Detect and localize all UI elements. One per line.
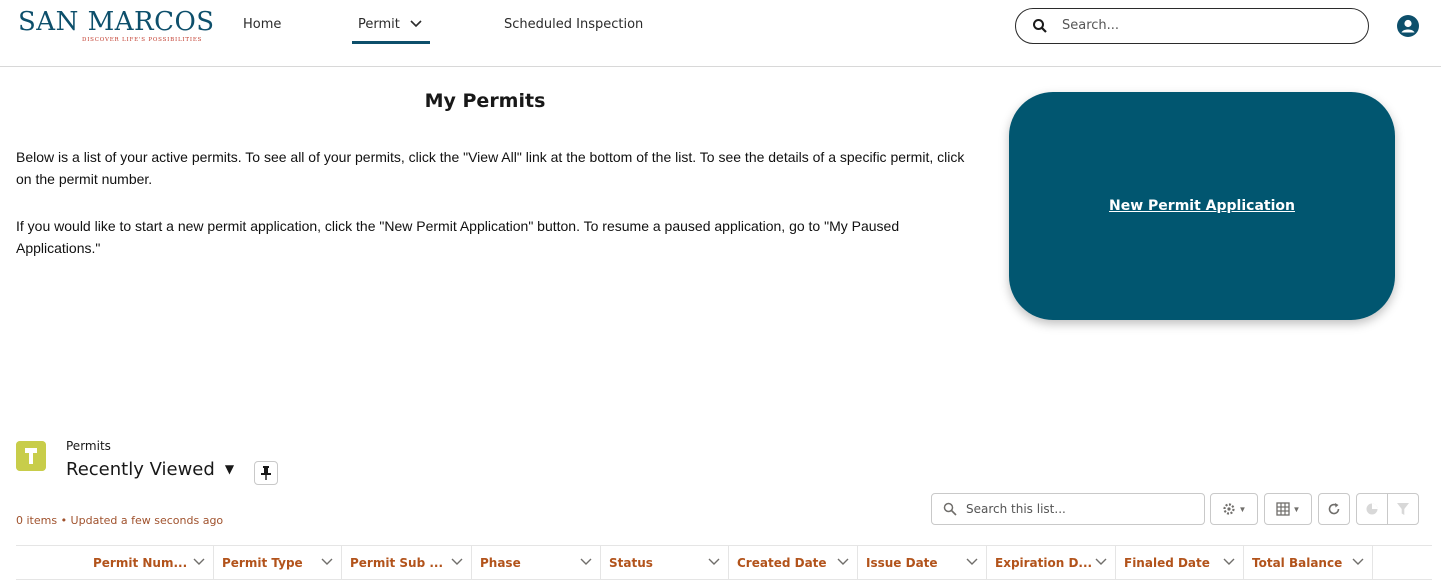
page-title: My Permits xyxy=(424,90,546,112)
chevron-down-icon[interactable] xyxy=(1352,558,1364,566)
column-label: Total Balance xyxy=(1252,556,1343,570)
active-nav-indicator xyxy=(352,41,430,44)
refresh-button[interactable] xyxy=(1318,493,1350,525)
chevron-down-icon[interactable] xyxy=(1223,558,1235,566)
search-icon xyxy=(1033,19,1047,33)
intro-paragraph: Below is a list of your active permits. … xyxy=(16,149,965,187)
list-settings-button[interactable]: ▼ xyxy=(1210,493,1258,525)
permit-object-icon xyxy=(16,441,46,471)
column-label: Permit Num... xyxy=(93,556,188,570)
caret-down-icon: ▼ xyxy=(1292,504,1301,514)
nav-scheduled-inspection[interactable]: Scheduled Inspection xyxy=(504,17,643,32)
column-header-finaled-date[interactable]: Finaled Date xyxy=(1116,546,1244,580)
nav-scheduled-inspection-label: Scheduled Inspection xyxy=(504,17,644,32)
pie-chart-icon xyxy=(1366,503,1378,515)
chevron-down-icon[interactable] xyxy=(321,558,333,566)
pin-icon xyxy=(261,466,271,480)
new-application-paragraph: If you would like to start a new permit … xyxy=(16,218,900,256)
column-label: Phase xyxy=(480,556,521,570)
chevron-down-icon[interactable] xyxy=(1095,558,1107,566)
column-label: Status xyxy=(609,556,653,570)
list-view-selector[interactable]: Recently Viewed ▼ xyxy=(66,459,234,480)
chevron-down-icon[interactable] xyxy=(966,558,978,566)
pin-list-button[interactable] xyxy=(254,461,278,485)
nav-home[interactable]: Home xyxy=(243,17,281,32)
filter-button[interactable] xyxy=(1387,493,1419,525)
new-permit-application-link[interactable]: New Permit Application xyxy=(1109,198,1295,214)
column-header-expiration-date[interactable]: Expiration D... xyxy=(987,546,1116,580)
column-header-created-date[interactable]: Created Date xyxy=(729,546,858,580)
new-permit-application-card[interactable]: New Permit Application xyxy=(1009,92,1395,320)
column-header-status[interactable]: Status xyxy=(601,546,729,580)
chevron-down-icon[interactable] xyxy=(837,558,849,566)
chevron-down-icon[interactable] xyxy=(451,558,463,566)
column-label: Permit Sub ... xyxy=(350,556,444,570)
column-header-permit-number[interactable]: Permit Num... xyxy=(16,546,214,580)
gear-icon xyxy=(1222,503,1235,515)
chevron-down-icon[interactable] xyxy=(193,558,205,566)
charts-button[interactable] xyxy=(1356,493,1388,525)
column-label: Finaled Date xyxy=(1124,556,1210,570)
list-view-name: Recently Viewed xyxy=(66,459,215,480)
list-status-meta: 0 items • Updated a few seconds ago xyxy=(16,514,224,527)
refresh-icon xyxy=(1328,503,1340,515)
table-icon xyxy=(1275,502,1290,516)
san-marcos-logo[interactable]: SAN MARCOS DISCOVER LIFE'S POSSIBILITIES xyxy=(18,7,215,48)
nav-permit-label: Permit xyxy=(358,17,400,32)
column-label: Permit Type xyxy=(222,556,303,570)
logo-tagline: DISCOVER LIFE'S POSSIBILITIES xyxy=(82,37,203,43)
user-avatar-icon[interactable] xyxy=(1397,15,1419,37)
column-label: Issue Date xyxy=(866,556,938,570)
global-search-input[interactable]: Search... xyxy=(1015,8,1369,44)
search-icon xyxy=(943,502,957,516)
column-header-issue-date[interactable]: Issue Date xyxy=(858,546,987,580)
column-header-permit-type[interactable]: Permit Type xyxy=(214,546,342,580)
column-label: Expiration D... xyxy=(995,556,1093,570)
caret-down-icon: ▼ xyxy=(224,462,235,476)
column-header-total-balance[interactable]: Total Balance xyxy=(1244,546,1373,580)
permits-table-header: Permit Num... Permit Type Permit Sub ...… xyxy=(16,545,1432,580)
site-header: SAN MARCOS DISCOVER LIFE'S POSSIBILITIES… xyxy=(0,0,1441,67)
object-label: Permits xyxy=(66,439,111,453)
global-search-placeholder: Search... xyxy=(1062,18,1120,33)
caret-down-icon: ▼ xyxy=(1238,504,1247,514)
logo-text: SAN MARCOS xyxy=(18,7,215,37)
list-search-input[interactable]: Search this list... xyxy=(931,493,1205,525)
nav-home-label: Home xyxy=(243,17,282,32)
column-header-permit-subtype[interactable]: Permit Sub ... xyxy=(342,546,472,580)
column-header-phase[interactable]: Phase xyxy=(472,546,601,580)
display-as-button[interactable]: ▼ xyxy=(1264,493,1312,525)
chevron-down-icon[interactable] xyxy=(580,558,592,566)
list-search-placeholder: Search this list... xyxy=(966,502,1066,516)
filter-icon xyxy=(1397,503,1409,515)
nav-permit[interactable]: Permit xyxy=(358,17,422,32)
chevron-down-icon xyxy=(410,20,422,28)
column-label: Created Date xyxy=(737,556,827,570)
chevron-down-icon[interactable] xyxy=(708,558,720,566)
